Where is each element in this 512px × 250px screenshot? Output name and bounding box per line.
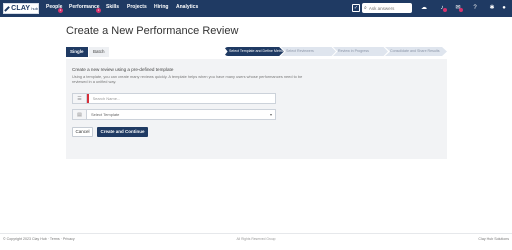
page-title: Create a New Performance Review bbox=[66, 25, 239, 37]
nav-projects[interactable]: Projects bbox=[127, 4, 147, 10]
logo-mark-icon bbox=[4, 5, 10, 12]
tab-single[interactable]: Single bbox=[66, 47, 88, 57]
search-box[interactable]: ⌕ bbox=[362, 3, 412, 13]
template-select[interactable]: ▤ Select Template ▾ bbox=[72, 109, 276, 120]
create-and-continue-button[interactable]: Create and Continue bbox=[97, 127, 148, 137]
top-navbar: CLAY hub People 1 Performance 1 Skills P… bbox=[0, 0, 512, 17]
performance-badge: 1 bbox=[96, 8, 101, 13]
user-icon[interactable]: ● bbox=[500, 4, 508, 12]
nav-performance[interactable]: Performance bbox=[69, 4, 100, 10]
search-input[interactable] bbox=[368, 5, 409, 11]
nav-skills[interactable]: Skills bbox=[106, 4, 119, 10]
gear-icon[interactable]: ✱ bbox=[488, 4, 496, 12]
step-review-in-progress: Review in Progress bbox=[333, 47, 388, 56]
name-field[interactable]: ☰ bbox=[72, 93, 276, 104]
people-badge: 1 bbox=[58, 8, 63, 13]
person-icon: ☰ bbox=[73, 94, 87, 103]
step-select-template: Select Template and Define Metrics bbox=[224, 47, 284, 56]
template-icon: ▤ bbox=[73, 110, 87, 119]
nav-analytics[interactable]: Analytics bbox=[176, 4, 198, 10]
mail-dot bbox=[459, 8, 463, 12]
help-icon[interactable]: ? bbox=[471, 4, 479, 12]
footer-divider bbox=[0, 233, 512, 234]
app-logo[interactable]: CLAY hub bbox=[3, 3, 39, 14]
chevron-down-icon: ▾ bbox=[269, 112, 272, 117]
notification-dot bbox=[443, 8, 447, 12]
search-icon: ⌕ bbox=[364, 5, 367, 11]
footer-center-text: All Rights Reserved Group bbox=[236, 237, 276, 241]
template-select-value: Select Template bbox=[91, 112, 120, 117]
nav-hiring[interactable]: Hiring bbox=[154, 4, 168, 10]
review-form-panel: Create a new review using a pre-defined … bbox=[66, 59, 447, 159]
form-heading: Create a new review using a pre-defined … bbox=[72, 67, 174, 72]
logo-text: CLAY bbox=[11, 5, 31, 12]
chat-icon[interactable]: ☁ bbox=[420, 4, 428, 12]
form-description: Using a template, you can create many re… bbox=[72, 74, 303, 85]
step-select-reviewers: Select Reviewers bbox=[281, 47, 336, 56]
tab-batch[interactable]: Batch bbox=[89, 47, 109, 57]
step-consolidate-results: Consolidate and Share Results bbox=[385, 47, 447, 56]
footer-company: Clay Hub Solutions bbox=[478, 237, 509, 241]
check-square-icon[interactable]: ✓ bbox=[352, 4, 360, 12]
cancel-button[interactable]: Cancel bbox=[72, 127, 93, 137]
logo-subtext: hub bbox=[31, 6, 38, 11]
name-search-input[interactable] bbox=[88, 94, 275, 103]
